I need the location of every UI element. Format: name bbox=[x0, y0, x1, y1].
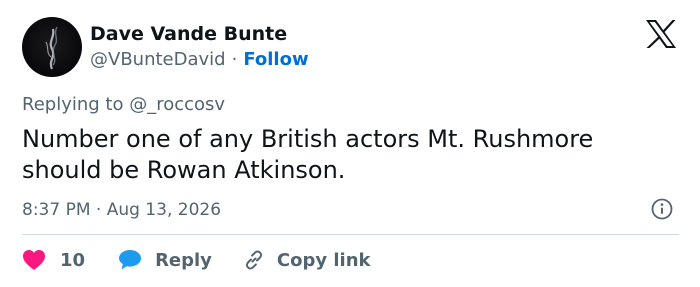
author-handle[interactable]: @VBunteDavid bbox=[90, 49, 226, 70]
tweet-timestamp[interactable]: 8:37 PM · Aug 13, 2026 bbox=[22, 198, 221, 222]
avatar-smoke-image bbox=[45, 26, 58, 70]
x-logo-icon[interactable] bbox=[644, 19, 678, 49]
author-display-name[interactable]: Dave Vande Bunte bbox=[90, 22, 287, 46]
avatar[interactable] bbox=[22, 17, 82, 77]
like-count: 10 bbox=[60, 249, 86, 271]
tweet-text: Number one of any British actors Mt. Rus… bbox=[22, 125, 594, 184]
divider bbox=[22, 234, 679, 235]
copy-link-label: Copy link bbox=[276, 249, 371, 271]
tweet-embed-card: Dave Vande Bunte @VBunteDavid · Follow Rep… bbox=[0, 0, 700, 287]
author-handle-row: @VBunteDavid · Follow bbox=[90, 48, 309, 72]
follow-button[interactable]: Follow bbox=[243, 49, 308, 70]
speech-bubble-icon bbox=[119, 250, 142, 270]
heart-icon bbox=[23, 250, 45, 270]
tweet-actions: 10 Reply Copy link bbox=[22, 246, 371, 274]
reply-button[interactable]: Reply bbox=[118, 249, 212, 271]
copy-link-button[interactable]: Copy link bbox=[243, 249, 371, 271]
replying-to-text[interactable]: Replying to @_roccosv bbox=[22, 93, 225, 117]
link-icon bbox=[245, 250, 262, 270]
handle-separator: · bbox=[231, 49, 238, 70]
like-button[interactable]: 10 bbox=[22, 249, 85, 271]
reply-label: Reply bbox=[155, 249, 212, 271]
info-icon[interactable] bbox=[651, 198, 673, 220]
